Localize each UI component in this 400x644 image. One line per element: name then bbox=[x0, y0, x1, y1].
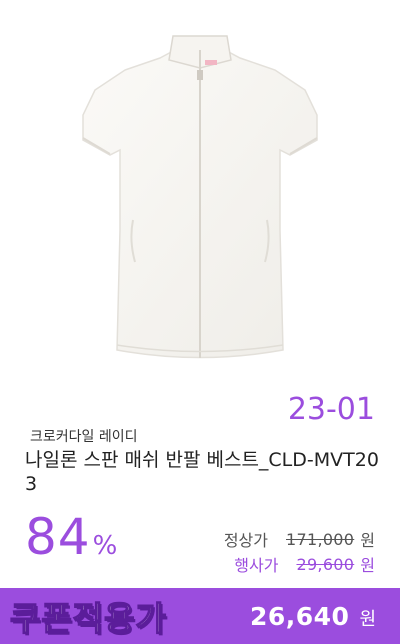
coupon-price-unit: 원 bbox=[359, 608, 376, 630]
coupon-price-value: 26,640 bbox=[249, 601, 350, 631]
brand-name[interactable]: 크로커다일 레이디 bbox=[30, 426, 138, 446]
coupon-price: 26,640 원 bbox=[250, 602, 376, 631]
event-price-value: 29,600 bbox=[296, 554, 355, 574]
regular-price-value: 171,000 bbox=[286, 529, 355, 549]
discount-unit: % bbox=[92, 531, 118, 561]
product-code-tag: 23-01 bbox=[287, 392, 375, 427]
product-image[interactable] bbox=[55, 30, 345, 375]
product-card[interactable]: 23-01 크로커다일 레이디 나일론 스판 매쉬 반팔 베스트_CLD-MVT… bbox=[0, 0, 400, 644]
regular-price-label: 정상가 bbox=[223, 531, 268, 550]
regular-price-row: 정상가 171,000 원 bbox=[224, 527, 375, 551]
discount-value: 84 bbox=[25, 508, 91, 566]
coupon-price-bar[interactable]: 쿠폰적용가 26,640 원 bbox=[0, 588, 400, 644]
event-price-unit: 원 bbox=[360, 556, 375, 575]
discount-rate: 84 % bbox=[25, 508, 117, 566]
coupon-label: 쿠폰적용가 bbox=[9, 598, 167, 639]
product-title[interactable]: 나일론 스판 매쉬 반팔 베스트_CLD-MVT203 bbox=[25, 448, 385, 496]
event-price-label: 행사가 bbox=[234, 556, 279, 575]
event-price-row: 행사가 29,600 원 bbox=[234, 552, 375, 576]
regular-price-unit: 원 bbox=[360, 531, 375, 550]
